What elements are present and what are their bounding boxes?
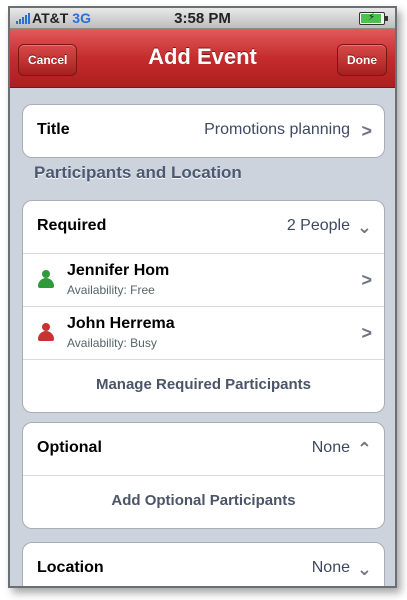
location-value: None <box>311 559 350 576</box>
participant-name: John Herrema <box>67 315 175 332</box>
chevron-down-icon: ⌄ <box>356 559 372 579</box>
location-label: Location <box>37 559 104 576</box>
person-free-icon <box>37 270 55 288</box>
person-busy-icon <box>37 323 55 341</box>
required-row[interactable]: Required 2 People ⌄ <box>23 201 384 254</box>
required-label: Required <box>37 217 107 234</box>
location-row[interactable]: Location None ⌄ <box>23 543 384 586</box>
chevron-right-icon: > <box>361 121 372 141</box>
title-value: Promotions planning <box>204 121 350 138</box>
participant-availability: Availability: Free <box>67 283 155 297</box>
participant-availability: Availability: Busy <box>67 336 157 350</box>
participant-row[interactable]: John Herrema Availability: Busy > <box>23 307 384 360</box>
manage-required-label: Manage Required Participants <box>95 376 312 393</box>
phone-screen: AT&T 3G 3:58 PM ⚡ Cancel Add Event Done T… <box>8 6 397 588</box>
required-value: 2 People <box>286 217 350 234</box>
navigation-bar: Cancel Add Event Done <box>10 29 395 88</box>
title-group: Title Promotions planning > <box>22 104 385 158</box>
chevron-right-icon: > <box>361 270 372 290</box>
title-label: Title <box>37 121 70 138</box>
title-row[interactable]: Title Promotions planning > <box>23 105 384 157</box>
optional-row[interactable]: Optional None ⌃ <box>23 423 384 476</box>
battery-icon: ⚡ <box>359 12 388 25</box>
participant-name: Jennifer Hom <box>67 262 170 279</box>
optional-label: Optional <box>37 439 102 456</box>
optional-value: None <box>311 439 350 456</box>
participant-row[interactable]: Jennifer Hom Availability: Free > <box>23 254 384 307</box>
done-button[interactable]: Done <box>337 44 387 76</box>
chevron-up-icon: ⌃ <box>356 439 372 459</box>
add-optional-label: Add Optional Participants <box>111 492 296 509</box>
location-group: Location None ⌄ <box>22 542 385 586</box>
status-bar: AT&T 3G 3:58 PM ⚡ <box>10 8 395 29</box>
chevron-right-icon: > <box>361 323 372 343</box>
chevron-down-icon: ⌄ <box>356 217 372 237</box>
section-header: Participants and Location <box>34 163 242 182</box>
manage-required-button[interactable]: Manage Required Participants <box>23 360 384 412</box>
clock: 3:58 PM <box>174 10 231 27</box>
add-optional-button[interactable]: Add Optional Participants <box>23 476 384 528</box>
optional-group: Optional None ⌃ Add Optional Participant… <box>22 422 385 529</box>
required-group: Required 2 People ⌄ Jennifer Hom Availab… <box>22 200 385 413</box>
